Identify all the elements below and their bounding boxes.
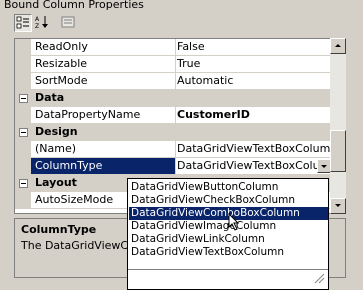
dropdown-footer bbox=[128, 269, 328, 289]
dropdown-option[interactable]: DataGridViewButtonColumn bbox=[129, 181, 328, 194]
mouse-pointer-icon bbox=[228, 212, 240, 234]
description-text: The DataGridViewColu bbox=[21, 239, 131, 252]
property-value[interactable]: False bbox=[175, 39, 335, 56]
description-title: ColumnType bbox=[21, 223, 97, 236]
vertical-scrollbar[interactable] bbox=[330, 38, 346, 214]
property-name: Resizable bbox=[31, 56, 176, 73]
dropdown-option[interactable]: DataGridViewTextBoxColumn bbox=[129, 246, 328, 259]
scroll-down-button[interactable] bbox=[330, 198, 346, 214]
collapse-icon[interactable] bbox=[19, 94, 28, 103]
property-toolbar: AZ bbox=[14, 13, 94, 35]
panel-title: Bound Column Properties bbox=[4, 0, 144, 11]
property-name: ColumnType bbox=[31, 158, 176, 175]
scroll-up-button[interactable] bbox=[330, 38, 346, 54]
resize-grip-icon[interactable] bbox=[313, 272, 325, 287]
column-type-combo[interactable]: DataGridViewTextBoxColumn bbox=[175, 158, 335, 175]
category-label: Design bbox=[31, 124, 335, 140]
property-row-datapropertyname[interactable]: DataPropertyName CustomerID bbox=[15, 107, 335, 124]
property-row-sortmode[interactable]: SortMode Automatic bbox=[15, 73, 335, 90]
property-value[interactable]: True bbox=[175, 56, 335, 73]
scroll-thumb[interactable] bbox=[330, 130, 346, 172]
property-row-columntype[interactable]: ColumnType DataGridViewTextBoxColumn bbox=[15, 158, 335, 175]
dropdown-option[interactable]: DataGridViewCheckBoxColumn bbox=[129, 194, 328, 207]
dropdown-option[interactable]: DataGridViewLinkColumn bbox=[129, 233, 328, 246]
column-type-dropdown-list[interactable]: DataGridViewButtonColumn DataGridViewChe… bbox=[127, 178, 329, 290]
property-value[interactable]: DataGridViewTextBoxColumn2 bbox=[175, 141, 335, 158]
property-name: SortMode bbox=[31, 73, 176, 90]
property-row-name[interactable]: (Name) DataGridViewTextBoxColumn2 bbox=[15, 141, 335, 158]
category-label: Data bbox=[31, 90, 335, 106]
property-value[interactable]: Automatic bbox=[175, 73, 335, 90]
dropdown-arrow-button[interactable] bbox=[317, 159, 331, 173]
alphabetical-button[interactable]: AZ bbox=[34, 14, 52, 32]
property-name: DataPropertyName bbox=[31, 107, 176, 124]
collapse-icon[interactable] bbox=[19, 128, 28, 137]
property-row-resizable[interactable]: Resizable True bbox=[15, 56, 335, 73]
property-pages-button[interactable] bbox=[60, 14, 78, 32]
categorized-button[interactable] bbox=[14, 14, 32, 32]
property-value[interactable]: CustomerID bbox=[175, 107, 335, 124]
property-name: (Name) bbox=[31, 141, 176, 158]
svg-text:A: A bbox=[35, 16, 40, 23]
property-name: ReadOnly bbox=[31, 39, 176, 56]
category-data[interactable]: Data bbox=[15, 90, 335, 107]
collapse-icon[interactable] bbox=[19, 179, 28, 188]
category-design[interactable]: Design bbox=[15, 124, 335, 141]
svg-text:Z: Z bbox=[35, 23, 39, 29]
property-row-readonly[interactable]: ReadOnly False bbox=[15, 39, 335, 56]
